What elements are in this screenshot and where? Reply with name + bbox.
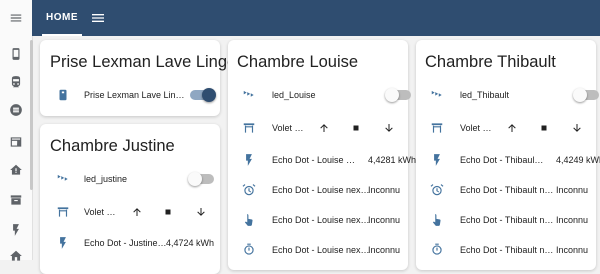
entity-value: 4,4281 kWh bbox=[368, 155, 417, 165]
entity-label[interactable]: Volet … bbox=[460, 123, 492, 133]
sidebar-scrollbar[interactable] bbox=[30, 40, 33, 190]
led-strip-icon bbox=[56, 172, 70, 186]
flash-icon bbox=[56, 236, 70, 250]
stop-icon[interactable] bbox=[350, 122, 362, 136]
flash-icon bbox=[242, 153, 256, 167]
card-title: Chambre Louise bbox=[237, 53, 359, 71]
entity-value: Inconnu bbox=[368, 215, 401, 225]
menu-icon[interactable] bbox=[0, 0, 32, 36]
card-title: Prise Lexman Lave Linge bbox=[50, 53, 237, 71]
entity-value: 4,4249 kWh bbox=[556, 155, 600, 165]
plug-icon bbox=[56, 88, 70, 102]
arrow-down-icon[interactable] bbox=[571, 122, 583, 136]
entity-label[interactable]: led_Thibault bbox=[460, 90, 509, 100]
arrow-up-icon[interactable] bbox=[131, 206, 143, 220]
arrow-up-icon[interactable] bbox=[506, 122, 518, 136]
sidebar bbox=[0, 0, 33, 261]
shutter-icon bbox=[242, 121, 256, 135]
toggle-switch[interactable] bbox=[190, 88, 216, 102]
entity-value: Inconnu bbox=[368, 245, 401, 255]
card-chambre-thibault: Chambre Thibault led_Thibault Volet … Ec… bbox=[416, 40, 600, 270]
timer-icon bbox=[430, 243, 444, 257]
entity-label[interactable]: Echo Dot - Louise nex… bbox=[272, 215, 370, 225]
calendar-settings-icon[interactable] bbox=[0, 128, 32, 156]
arrow-down-icon[interactable] bbox=[195, 206, 207, 220]
home-alert-icon[interactable] bbox=[0, 156, 32, 184]
led-strip-icon bbox=[430, 88, 444, 102]
list-icon[interactable] bbox=[0, 96, 32, 124]
devices-icon[interactable] bbox=[0, 40, 32, 68]
entity-label[interactable]: Echo Dot - Thibault n… bbox=[460, 185, 553, 195]
card-title: Chambre Justine bbox=[50, 137, 175, 155]
entity-label[interactable]: Echo Dot - Thibault n… bbox=[460, 245, 553, 255]
shutter-icon bbox=[56, 205, 70, 219]
entity-value: Inconnu bbox=[368, 185, 401, 195]
arrow-up-icon[interactable] bbox=[318, 122, 330, 136]
hand-pointer-icon bbox=[430, 213, 444, 227]
archive-icon[interactable] bbox=[0, 186, 32, 214]
entity-label[interactable]: Volet … bbox=[84, 207, 116, 217]
top-bar: HOME bbox=[32, 0, 600, 36]
arrow-down-icon[interactable] bbox=[383, 122, 395, 136]
entity-label[interactable]: Volet … bbox=[272, 123, 304, 133]
card-title: Chambre Thibault bbox=[425, 53, 556, 71]
toggle-switch[interactable] bbox=[385, 88, 411, 102]
entity-label[interactable]: Echo Dot - Louise … bbox=[272, 155, 355, 165]
entity-label[interactable]: Prise Lexman Lave Lin… bbox=[84, 90, 185, 100]
stop-icon[interactable] bbox=[538, 122, 550, 136]
menu-icon[interactable] bbox=[90, 10, 106, 26]
entity-value: Inconnu bbox=[556, 245, 589, 255]
card-chambre-justine: Chambre Justine led_justine Volet … Echo… bbox=[40, 124, 220, 274]
card-chambre-louise: Chambre Louise led_Louise Volet … Echo D… bbox=[228, 40, 416, 270]
entity-label[interactable]: led_justine bbox=[84, 174, 127, 184]
entity-value: Inconnu bbox=[556, 215, 589, 225]
toggle-switch[interactable] bbox=[573, 88, 599, 102]
entity-label[interactable]: led_Louise bbox=[272, 90, 316, 100]
flash-icon[interactable] bbox=[0, 216, 32, 244]
hand-pointer-icon bbox=[242, 213, 256, 227]
shutter-icon bbox=[430, 121, 444, 135]
train-icon[interactable] bbox=[0, 68, 32, 96]
entity-label[interactable]: Echo Dot - Justine… bbox=[84, 238, 167, 248]
entity-value: 4,4724 kWh bbox=[166, 238, 215, 248]
entity-label[interactable]: Echo Dot - Thibault n… bbox=[460, 215, 553, 225]
flash-icon bbox=[430, 153, 444, 167]
entity-label[interactable]: Echo Dot - Louise nex… bbox=[272, 185, 370, 195]
card-prise-lexman: Prise Lexman Lave Linge Prise Lexman Lav… bbox=[40, 40, 236, 116]
alarm-icon bbox=[242, 183, 256, 197]
led-strip-icon bbox=[242, 88, 256, 102]
alarm-icon bbox=[430, 183, 444, 197]
entity-label[interactable]: Echo Dot - Louise nex… bbox=[272, 245, 370, 255]
timer-icon bbox=[242, 243, 256, 257]
home-icon[interactable] bbox=[0, 242, 32, 270]
toggle-switch[interactable] bbox=[188, 172, 214, 186]
stop-icon[interactable] bbox=[162, 206, 174, 220]
tab-home[interactable]: HOME bbox=[42, 0, 82, 36]
entity-label[interactable]: Echo Dot - Thibaul… bbox=[460, 155, 543, 165]
entity-value: Inconnu bbox=[556, 185, 589, 195]
